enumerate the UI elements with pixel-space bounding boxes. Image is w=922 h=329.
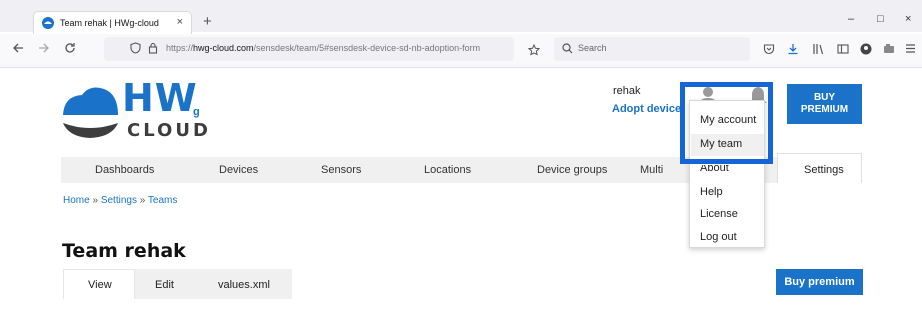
url-scheme: https:// xyxy=(166,43,194,53)
nav-settings-label: Settings xyxy=(804,164,844,176)
search-placeholder: Search xyxy=(578,43,607,53)
search-box[interactable]: Search xyxy=(554,37,750,61)
logo-hw-text: HW xyxy=(122,76,198,120)
breadcrumb-teams[interactable]: Teams xyxy=(148,195,177,206)
buy-premium-line2: PREMIUM xyxy=(800,104,849,115)
nav-device-groups[interactable]: Device groups xyxy=(537,164,607,176)
breadcrumb: Home » Settings » Teams xyxy=(63,195,177,206)
breadcrumb-home[interactable]: Home xyxy=(63,195,90,206)
menu-item-license[interactable]: License xyxy=(700,208,738,220)
nav-multi[interactable]: Multi xyxy=(640,164,663,176)
page-title: Team rehak xyxy=(62,240,186,262)
sidebar-icon[interactable] xyxy=(837,43,849,58)
reload-icon[interactable] xyxy=(64,42,76,57)
browser-tabbar: Team rehak | HWg-cloud × + – □ × xyxy=(0,0,922,34)
buy-premium-header-button[interactable]: BUY PREMIUM xyxy=(787,84,862,124)
forward-arrow-icon[interactable] xyxy=(38,42,50,57)
nav-dashboards[interactable]: Dashboards xyxy=(95,164,154,176)
logo-cloud-text: CLOUD xyxy=(127,120,211,141)
lock-icon[interactable] xyxy=(148,42,158,57)
profile-icon[interactable] xyxy=(860,43,872,58)
maximize-button[interactable]: □ xyxy=(877,13,884,25)
url-text[interactable]: https://hwg-cloud.com/sensdesk/team/5#se… xyxy=(166,43,480,53)
nav-settings[interactable]: Settings xyxy=(777,153,862,183)
back-arrow-icon[interactable] xyxy=(12,42,24,57)
tab-view[interactable]: View xyxy=(88,279,112,291)
nav-sensors[interactable]: Sensors xyxy=(321,164,361,176)
browser-tab[interactable]: Team rehak | HWg-cloud × xyxy=(34,12,191,34)
buy-premium-button[interactable]: Buy premium xyxy=(776,269,863,295)
tab-edit[interactable]: Edit xyxy=(155,279,174,291)
breadcrumb-separator: » xyxy=(92,195,99,206)
search-icon xyxy=(562,43,573,57)
new-tab-button[interactable]: + xyxy=(203,13,212,30)
menu-icon[interactable] xyxy=(905,43,916,57)
tab-values-xml[interactable]: values.xml xyxy=(218,279,270,291)
download-icon[interactable] xyxy=(787,43,799,58)
hwg-cloud-favicon xyxy=(42,17,54,29)
team-subtabs: View Edit values.xml xyxy=(63,269,292,299)
hwg-cloud-logo[interactable]: HW g CLOUD xyxy=(60,76,211,141)
menu-item-log-out[interactable]: Log out xyxy=(700,231,737,243)
url-path: /sensdesk/team/5#sensdesk-device-sd-nb-a… xyxy=(253,43,481,53)
username-label: rehak xyxy=(613,85,641,97)
breadcrumb-separator: » xyxy=(139,195,146,206)
tab-close-icon[interactable]: × xyxy=(177,16,183,28)
nav-locations[interactable]: Locations xyxy=(424,164,471,176)
library-icon[interactable] xyxy=(812,43,824,58)
pocket-icon[interactable] xyxy=(763,43,775,58)
breadcrumb-settings[interactable]: Settings xyxy=(101,195,137,206)
address-bar[interactable]: https://hwg-cloud.com/sensdesk/team/5#se… xyxy=(104,37,514,61)
browser-navbar: https://hwg-cloud.com/sensdesk/team/5#se… xyxy=(0,34,922,68)
nav-devices[interactable]: Devices xyxy=(219,164,258,176)
adopt-device-link[interactable]: Adopt device xyxy=(612,103,681,115)
close-window-button[interactable]: × xyxy=(905,13,911,25)
extensions-icon[interactable] xyxy=(883,43,895,58)
cloud-logo-icon xyxy=(63,87,118,138)
buy-premium-line1: BUY xyxy=(813,92,836,103)
logo-g-text: g xyxy=(193,106,200,118)
bookmark-star-icon[interactable] xyxy=(527,43,541,59)
tab-title: Team rehak | HWg-cloud xyxy=(60,18,159,28)
menu-item-help[interactable]: Help xyxy=(700,186,723,198)
shield-icon[interactable] xyxy=(130,42,141,57)
minimize-button[interactable]: – xyxy=(848,13,854,25)
url-host: hwg-cloud.com xyxy=(193,43,254,53)
annotation-highlight-box xyxy=(680,82,773,164)
